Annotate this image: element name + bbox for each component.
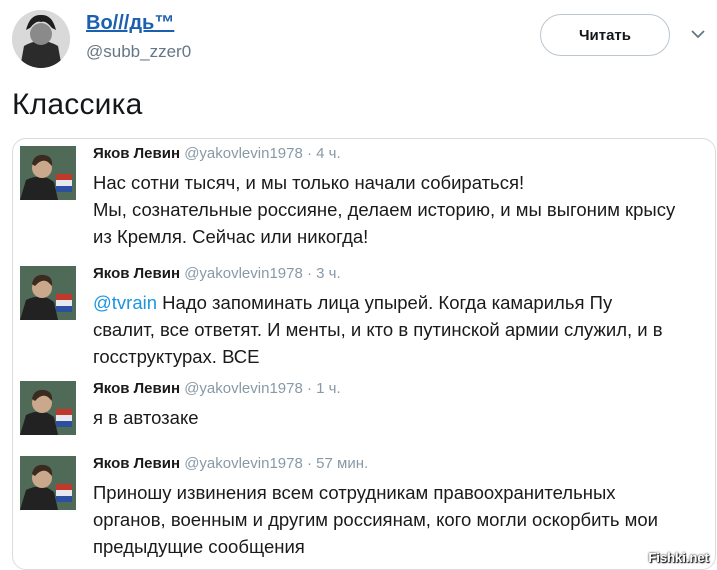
embedded-avatar [20,456,76,510]
embedded-tweet: Яков Левин @yakovlevin1978 · 3 ч. @tvrai… [13,259,715,374]
text-line: Приношу извинения всем сотрудникам право… [93,482,616,503]
chevron-down-icon[interactable] [690,28,706,40]
tweet-text: Классика [12,88,143,121]
embedded-tweet: Яков Левин @yakovlevin1978 · 1 ч. я в ав… [13,374,715,449]
embedded-tweet: Яков Левин @yakovlevin1978 · 4 ч. Нас со… [13,139,715,259]
text-line: органов, военным и другим россиянам, ког… [93,509,658,530]
text-line: я в автозаке [93,407,199,428]
text-line: Мы, сознательные россияне, делаем истори… [93,199,676,220]
embedded-tweet-header: Яков Левин @yakovlevin1978 · 57 мин. [93,455,368,472]
author-handle: @yakovlevin1978 [184,145,303,162]
embedded-tweet-header: Яков Левин @yakovlevin1978 · 4 ч. [93,145,341,162]
text-line: Нас сотни тысяч, и мы только начали соби… [93,172,525,193]
watermark: Fishki.net [648,550,709,565]
user-avatar[interactable] [12,10,70,68]
author-name: Яков Левин [93,455,181,472]
text-line: госструктурах. ВСЕ [93,346,260,367]
embedded-avatar [20,146,76,200]
timestamp: · 57 мин. [307,455,369,472]
author-handle: @yakovlevin1978 [184,455,303,472]
embedded-tweet-text: я в автозаке [93,404,711,431]
user-handle: @subb_zzer0 [86,42,192,61]
embedded-tweet-header: Яков Левин @yakovlevin1978 · 3 ч. [93,265,341,282]
embedded-screenshot: Яков Левин @yakovlevin1978 · 4 ч. Нас со… [12,138,716,570]
timestamp: · 3 ч. [307,265,341,282]
text-line: свалит, все ответят. И менты, и кто в пу… [93,319,663,340]
text-line: @tvrain Надо запоминать лица упырей. Ког… [93,289,711,316]
author-name: Яков Левин [93,265,181,282]
display-name[interactable]: Во///дь™ [86,12,174,35]
author-name: Яков Левин [93,380,181,397]
text-fragment: Надо запоминать лица упырей. Когда камар… [157,292,613,313]
timestamp: · 1 ч. [307,380,341,397]
author-handle: @yakovlevin1978 [184,380,303,397]
embedded-tweet-text: Приношу извинения всем сотрудникам право… [93,479,711,560]
embedded-tweet: Яков Левин @yakovlevin1978 · 57 мин. При… [13,449,715,569]
embedded-tweet-text: Нас сотни тысяч, и мы только начали соби… [93,169,711,250]
follow-button[interactable]: Читать [540,14,670,56]
embedded-tweet-header: Яков Левин @yakovlevin1978 · 1 ч. [93,380,341,397]
embedded-avatar [20,381,76,435]
author-name: Яков Левин [93,145,181,162]
text-line: предыдущие сообщения [93,536,305,557]
timestamp: · 4 ч. [307,145,341,162]
text-line: из Кремля. Сейчас или никогда! [93,226,369,247]
embedded-avatar [20,266,76,320]
tweet-header: Во///дь™ @subb_zzer0 Читать [0,0,717,88]
author-handle: @yakovlevin1978 [184,265,303,282]
embedded-tweet-text: @tvrain Надо запоминать лица упырей. Ког… [93,289,711,370]
mention-link[interactable]: @tvrain [93,292,157,313]
